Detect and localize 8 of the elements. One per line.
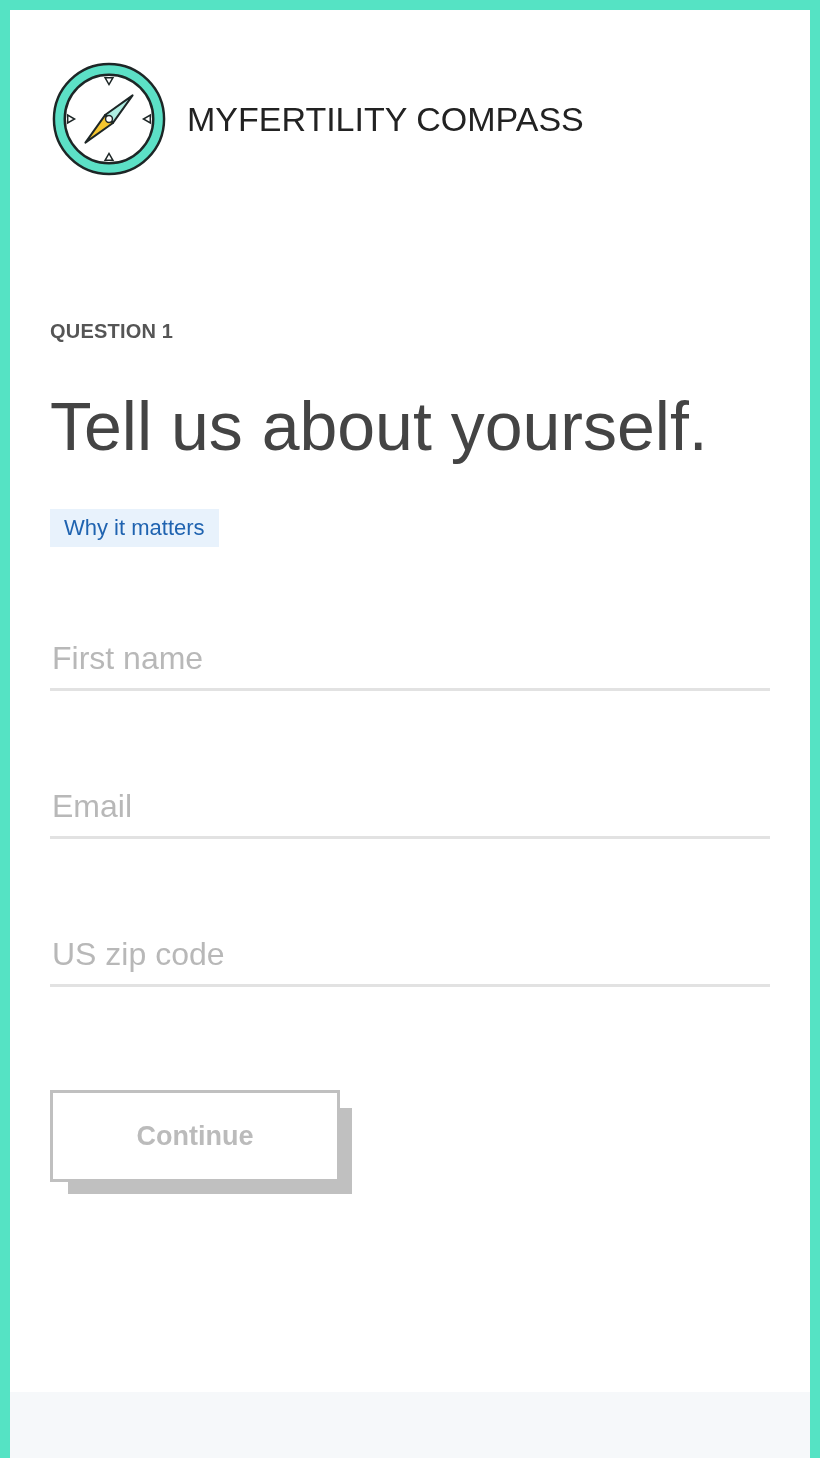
compass-icon (50, 60, 168, 178)
input-field[interactable]: First name (50, 628, 770, 691)
input-field[interactable]: US zip code (50, 924, 770, 987)
input-field[interactable]: Email (50, 776, 770, 839)
brand-name: MYFERTILITY COMPASS (187, 99, 584, 139)
question-number: QUESTION 1 (50, 319, 174, 343)
question-title: Tell us about yourself. (50, 387, 708, 466)
why-it-matters-link[interactable]: Why it matters (50, 509, 219, 547)
